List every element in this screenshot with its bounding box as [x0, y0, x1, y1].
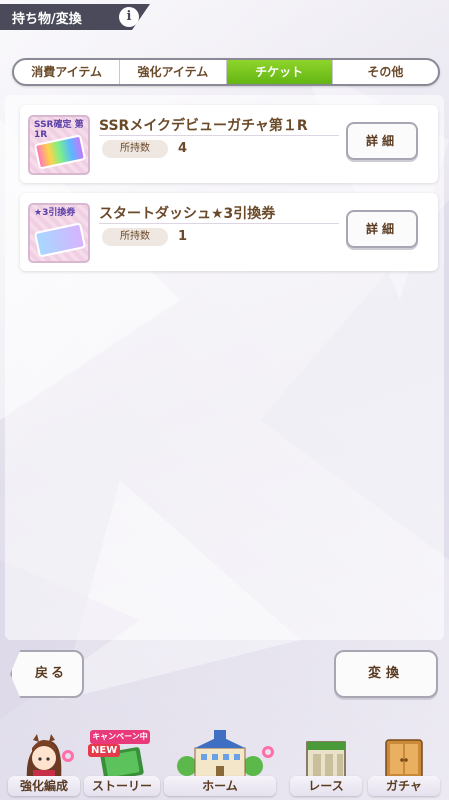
nav-label: 強化編成 [8, 776, 80, 796]
divider [99, 135, 339, 136]
campaign-badge: キャンペーン中 [90, 730, 150, 744]
tab-enhancement-items[interactable]: 強化アイテム [120, 60, 227, 84]
notification-ring-icon [262, 746, 274, 758]
convert-button[interactable]: 変換 [334, 650, 438, 698]
detail-button[interactable]: 詳細 [346, 210, 418, 248]
notification-ring-icon [62, 750, 74, 762]
back-button[interactable]: 戻る [10, 650, 84, 698]
ssr-ticket-icon: SSR確定 第1R [28, 115, 90, 175]
detail-button[interactable]: 詳細 [346, 122, 418, 160]
page-title: 持ち物/変換 [12, 12, 82, 27]
nav-item-enhance-formation[interactable]: 強化編成 [8, 730, 80, 800]
nav-label: ホーム [164, 776, 276, 796]
tab-tickets[interactable]: チケット [226, 60, 333, 84]
tab-consumables[interactable]: 消費アイテム [14, 60, 121, 84]
nav-item-home[interactable]: ホーム [164, 730, 276, 800]
quantity-value: 4 [178, 141, 188, 156]
new-badge: NEW [88, 744, 121, 757]
quantity-label: 所持数 [102, 228, 168, 246]
star-ticket-icon: ★3引換券 [28, 203, 90, 263]
bottom-nav: 強化編成 キャンペーン中 NEW ストーリー ホーム レース ガチャ [0, 730, 449, 800]
thumb-label: ★3引換券 [34, 208, 76, 218]
gacha-door-icon [385, 739, 423, 779]
item-name: SSRメイクデビューガチャ第１R [99, 118, 308, 134]
tab-others[interactable]: その他 [333, 60, 438, 84]
nav-item-story[interactable]: キャンペーン中 NEW ストーリー [84, 730, 160, 800]
page-header: 持ち物/変換 i [0, 0, 150, 34]
list-item: ★3引換券 スタートダッシュ★3引換券 所持数 1 詳細 [20, 193, 438, 271]
nav-label: ガチャ [368, 776, 440, 796]
quantity-value: 1 [178, 229, 188, 244]
quantity-label: 所持数 [102, 140, 168, 158]
divider [99, 223, 339, 224]
race-gate-icon [306, 741, 346, 779]
school-building-icon [177, 730, 263, 779]
nav-item-gacha[interactable]: ガチャ [368, 730, 440, 800]
list-item: SSR確定 第1R SSRメイクデビューガチャ第１R 所持数 4 詳細 [20, 105, 438, 183]
item-name: スタートダッシュ★3引換券 [99, 206, 276, 222]
nav-item-race[interactable]: レース [290, 730, 362, 800]
category-tabs: 消費アイテム 強化アイテム チケット その他 [12, 58, 440, 86]
ticket-list-panel: SSR確定 第1R SSRメイクデビューガチャ第１R 所持数 4 詳細 ★3引換… [5, 95, 444, 640]
info-icon[interactable]: i [119, 7, 139, 27]
nav-label: ストーリー [84, 776, 160, 796]
nav-label: レース [290, 776, 362, 796]
